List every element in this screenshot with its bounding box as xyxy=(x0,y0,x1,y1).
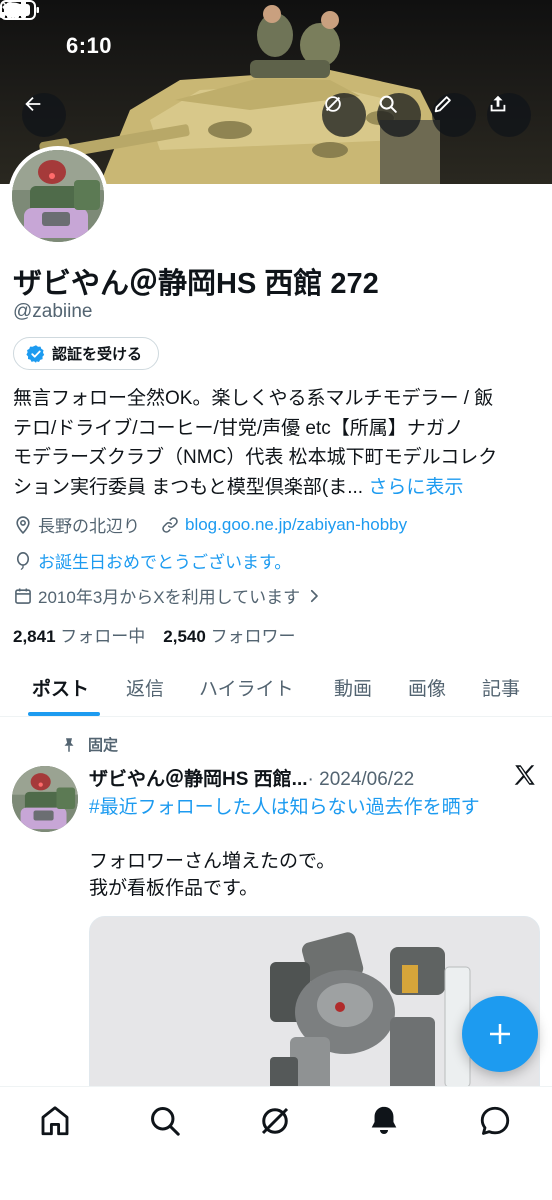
grok-icon xyxy=(261,1107,289,1135)
nav-messages[interactable] xyxy=(477,1103,513,1139)
arrow-left-icon xyxy=(25,96,41,112)
profile-tabs: ポスト 返信 ハイライト 動画 画像 記事 xyxy=(0,660,552,717)
battery-icon xyxy=(0,0,39,20)
joined-row[interactable]: 2010年3月からXを利用しています xyxy=(13,583,323,608)
x-logo-icon xyxy=(514,765,535,785)
bio-line: 無言フォロー全然OK。楽しくやる系マルチモデラー / 飯 xyxy=(13,388,494,409)
location-text: 長野の北辺り xyxy=(38,517,140,536)
home-icon xyxy=(41,1106,69,1136)
post-hashtag[interactable]: #最近フォローした人は知らない過去作を晒す xyxy=(89,792,480,819)
profile-bio: 無言フォロー全然OK。楽しくやる系マルチモデラー / 飯 テロ/ドライブ/コーヒ… xyxy=(13,384,543,502)
user-handle: @zabiine xyxy=(13,301,93,322)
website[interactable]: blog.goo.ne.jp/zabiyan-hobby xyxy=(160,515,407,535)
search-icon xyxy=(379,95,397,113)
post-date[interactable]: · 2024/06/22 xyxy=(308,769,415,791)
nav-search[interactable] xyxy=(147,1103,183,1139)
get-verified-label: 認証を受ける xyxy=(52,346,143,363)
tab-articles[interactable]: 記事 xyxy=(482,674,520,701)
nav-home[interactable] xyxy=(37,1103,73,1139)
location: 長野の北辺り xyxy=(13,512,140,537)
search-button[interactable] xyxy=(377,93,421,137)
active-tab-indicator xyxy=(28,712,100,716)
post-text: フォロワーさん増えたので。 我が看板作品です。 xyxy=(89,848,335,902)
search-icon xyxy=(151,1107,180,1136)
messages-icon xyxy=(480,1106,510,1135)
tab-videos[interactable]: 動画 xyxy=(334,674,372,701)
compose-post-button[interactable] xyxy=(462,996,538,1072)
tab-replies[interactable]: 返信 xyxy=(126,674,164,701)
followers-count: 2,540 xyxy=(163,627,206,646)
birthday-row: お誕生日おめでとうございます。 xyxy=(13,548,291,573)
pin-icon xyxy=(64,737,74,752)
following-label: フォロー中 xyxy=(60,627,146,646)
post-text-line: フォロワーさん増えたので。 xyxy=(89,851,336,872)
following-count: 2,841 xyxy=(13,627,56,646)
post-header: ザビやん＠静岡HS 西館... · 2024/06/22 xyxy=(89,764,414,791)
bio-line: モデラーズクラブ（NMC）代表 松本城下町モデルコレク xyxy=(13,447,498,468)
tab-images[interactable]: 画像 xyxy=(408,674,446,701)
follow-stats: 2,841 フォロー中 2,540 フォロワー xyxy=(13,622,296,647)
plus-icon xyxy=(490,1024,510,1044)
bottom-navigation xyxy=(0,1086,552,1200)
status-bar: 6:10 xyxy=(0,0,552,90)
website-link[interactable]: blog.goo.ne.jp/zabiyan-hobby xyxy=(185,515,407,535)
birthday-text: お誕生日おめでとうございます。 xyxy=(38,553,292,572)
verified-badge-icon xyxy=(26,344,45,363)
joined-text: 2010年3月からXを利用しています xyxy=(38,588,301,607)
notifications-icon xyxy=(371,1106,397,1135)
post-text-line: 我が看板作品です。 xyxy=(89,878,259,899)
display-name: ザビやん＠静岡HS 西館 272 xyxy=(13,268,379,300)
edit-button[interactable] xyxy=(432,93,476,137)
post-author-name[interactable]: ザビやん＠静岡HS 西館... xyxy=(89,764,308,791)
profile-meta-row: 長野の北辺り blog.goo.ne.jp/zabiyan-hobby xyxy=(13,512,407,537)
avatar-image xyxy=(12,150,104,242)
nav-grok[interactable] xyxy=(257,1103,293,1139)
chevron-right-icon xyxy=(311,589,318,602)
location-pin-icon xyxy=(16,515,30,534)
profile-avatar[interactable] xyxy=(8,146,108,246)
show-more-link[interactable]: さらに表示 xyxy=(368,477,463,498)
followers-label: フォロワー xyxy=(210,627,296,646)
pinned-indicator: 固定 xyxy=(60,734,118,755)
grok-button[interactable] xyxy=(322,93,366,137)
back-button[interactable] xyxy=(22,93,66,137)
avatar-image xyxy=(12,766,78,832)
post-author-avatar[interactable] xyxy=(12,766,78,832)
calendar-icon xyxy=(15,588,31,604)
pinned-label: 固定 xyxy=(88,737,119,754)
tab-highlights[interactable]: ハイライト xyxy=(199,674,294,701)
grok-icon xyxy=(325,96,341,112)
followers-stat[interactable]: 2,540 フォロワー xyxy=(163,622,295,647)
birthday: お誕生日おめでとうございます。 xyxy=(13,548,291,573)
following-stat[interactable]: 2,841 フォロー中 xyxy=(13,622,145,647)
bio-line: テロ/ドライブ/コーヒー/甘党/声優 etc【所属】ナガノ xyxy=(13,417,464,439)
bio-line: ション実行委員 まつもと模型倶楽部(ま... xyxy=(13,476,364,498)
balloon-icon xyxy=(16,551,30,570)
get-verified-button[interactable]: 認証を受ける xyxy=(13,337,160,370)
bio-line-last: ション実行委員 まつもと模型倶楽部(ま... さらに表示 xyxy=(13,473,543,503)
share-icon xyxy=(490,95,506,112)
tab-posts[interactable]: ポスト xyxy=(32,674,89,701)
nav-notifications[interactable] xyxy=(366,1103,402,1139)
share-button[interactable] xyxy=(487,93,531,137)
status-time: 6:10 xyxy=(66,33,113,58)
edit-icon xyxy=(434,96,451,113)
link-icon xyxy=(162,516,178,533)
joined[interactable]: 2010年3月からXを利用しています xyxy=(13,583,323,608)
